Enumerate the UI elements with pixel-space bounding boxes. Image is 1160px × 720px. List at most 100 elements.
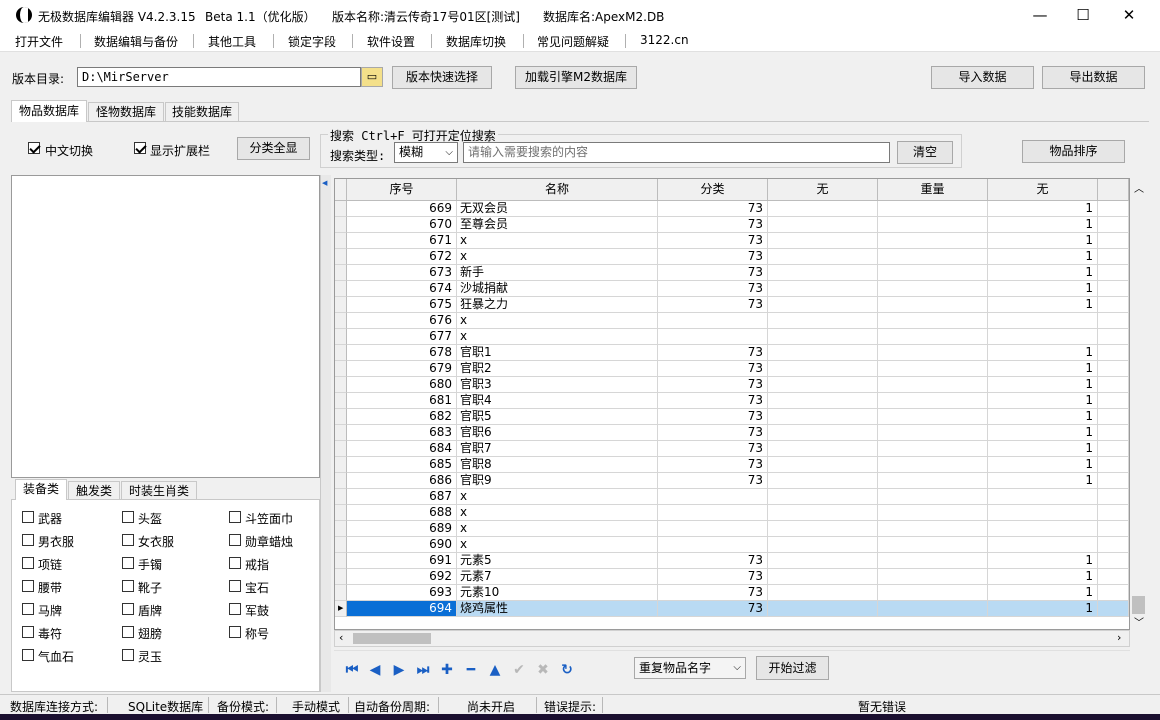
table-cell[interactable]: 682	[347, 409, 457, 425]
table-cell[interactable]	[878, 265, 988, 281]
table-cell[interactable]	[878, 409, 988, 425]
filter-select[interactable]: 重复物品名字 ⌵	[634, 657, 746, 679]
clear-button[interactable]: 清空	[897, 141, 953, 164]
row-indicator[interactable]	[335, 201, 347, 217]
table-cell[interactable]	[878, 601, 988, 617]
table-row[interactable]: 676 x	[335, 313, 1129, 329]
table-cell[interactable]: 沙城捐献	[457, 281, 658, 297]
table-cell[interactable]	[768, 521, 878, 537]
table-cell[interactable]: 1	[988, 569, 1098, 585]
tab-trigger[interactable]: 触发类	[68, 481, 120, 500]
first-record-icon[interactable]: ⏮	[343, 661, 361, 679]
table-cell[interactable]: 673	[347, 265, 457, 281]
table-cell[interactable]	[1098, 297, 1129, 313]
export-button[interactable]: 导出数据	[1042, 66, 1145, 89]
table-cell[interactable]: 686	[347, 473, 457, 489]
table-cell[interactable]	[1098, 441, 1129, 457]
show-all-button[interactable]: 分类全显	[237, 137, 310, 160]
table-cell[interactable]: 73	[658, 297, 768, 313]
last-record-icon[interactable]: ⏭	[414, 661, 432, 679]
table-row[interactable]: ▶ 694 烧鸡属性 73 1	[335, 601, 1129, 617]
table-row[interactable]: 670 至尊会员 73 1	[335, 217, 1129, 233]
table-row[interactable]: 672 x 73 1	[335, 249, 1129, 265]
table-cell[interactable]	[768, 585, 878, 601]
table-row[interactable]: 673 新手 73 1	[335, 265, 1129, 281]
table-cell[interactable]	[878, 281, 988, 297]
refresh-icon[interactable]: ↻	[558, 661, 576, 679]
category-checkbox[interactable]	[22, 603, 34, 615]
menu-other-tools[interactable]: 其他工具	[208, 33, 256, 50]
quick-select-button[interactable]: 版本快速选择	[392, 66, 492, 89]
row-indicator[interactable]	[335, 377, 347, 393]
table-cell[interactable]: 676	[347, 313, 457, 329]
table-cell[interactable]	[988, 329, 1098, 345]
table-row[interactable]: 689 x	[335, 521, 1129, 537]
table-cell[interactable]	[1098, 489, 1129, 505]
table-cell[interactable]: 1	[988, 345, 1098, 361]
table-cell[interactable]: 669	[347, 201, 457, 217]
table-cell[interactable]: 73	[658, 441, 768, 457]
row-indicator[interactable]	[335, 281, 347, 297]
table-cell[interactable]: 1	[988, 281, 1098, 297]
row-indicator[interactable]	[335, 553, 347, 569]
category-checkbox[interactable]	[122, 534, 134, 546]
table-cell[interactable]	[768, 489, 878, 505]
table-cell[interactable]	[1098, 233, 1129, 249]
table-cell[interactable]	[878, 217, 988, 233]
table-cell[interactable]: 681	[347, 393, 457, 409]
table-cell[interactable]	[768, 457, 878, 473]
row-indicator[interactable]	[335, 537, 347, 553]
table-cell[interactable]	[878, 537, 988, 553]
table-row[interactable]: 674 沙城捐献 73 1	[335, 281, 1129, 297]
row-indicator[interactable]	[335, 441, 347, 457]
table-row[interactable]: 688 x	[335, 505, 1129, 521]
table-row[interactable]: 682 官职5 73 1	[335, 409, 1129, 425]
table-cell[interactable]: 73	[658, 201, 768, 217]
menu-website[interactable]: 3122.cn	[640, 33, 689, 47]
table-cell[interactable]: 73	[658, 585, 768, 601]
table-cell[interactable]: 官职5	[457, 409, 658, 425]
table-cell[interactable]	[768, 297, 878, 313]
table-cell[interactable]	[1098, 521, 1129, 537]
table-cell[interactable]	[988, 313, 1098, 329]
category-checkbox[interactable]	[229, 534, 241, 546]
table-cell[interactable]: 73	[658, 281, 768, 297]
edit-record-icon[interactable]: ▲	[486, 661, 504, 679]
table-cell[interactable]	[658, 505, 768, 521]
table-cell[interactable]: 1	[988, 393, 1098, 409]
row-indicator[interactable]	[335, 345, 347, 361]
tab-equipment[interactable]: 装备类	[15, 479, 67, 500]
table-cell[interactable]: 73	[658, 409, 768, 425]
table-cell[interactable]	[988, 505, 1098, 521]
sort-button[interactable]: 物品排序	[1022, 140, 1125, 163]
category-checkbox[interactable]	[122, 580, 134, 592]
table-cell[interactable]: 73	[658, 249, 768, 265]
row-indicator[interactable]	[335, 233, 347, 249]
table-cell[interactable]	[1098, 553, 1129, 569]
table-cell[interactable]: 新手	[457, 265, 658, 281]
column-header[interactable]: 无	[768, 179, 878, 201]
table-cell[interactable]: 元素5	[457, 553, 658, 569]
table-row[interactable]: 687 x	[335, 489, 1129, 505]
category-checkbox[interactable]	[229, 511, 241, 523]
table-cell[interactable]	[1098, 537, 1129, 553]
table-cell[interactable]	[1098, 473, 1129, 489]
table-cell[interactable]	[878, 361, 988, 377]
category-checkbox[interactable]	[229, 557, 241, 569]
table-cell[interactable]	[658, 489, 768, 505]
scroll-down-icon[interactable]: ﹀	[1134, 614, 1144, 629]
table-cell[interactable]	[768, 281, 878, 297]
table-cell[interactable]: 无双会员	[457, 201, 658, 217]
row-indicator[interactable]	[335, 217, 347, 233]
table-row[interactable]: 679 官职2 73 1	[335, 361, 1129, 377]
table-cell[interactable]	[878, 569, 988, 585]
row-indicator[interactable]	[335, 297, 347, 313]
table-cell[interactable]: 1	[988, 553, 1098, 569]
column-header[interactable]: 名称	[457, 179, 658, 201]
category-checkbox[interactable]	[229, 603, 241, 615]
table-cell[interactable]	[768, 201, 878, 217]
table-cell[interactable]: x	[457, 313, 658, 329]
table-cell[interactable]	[988, 537, 1098, 553]
table-cell[interactable]	[878, 521, 988, 537]
table-cell[interactable]	[1098, 249, 1129, 265]
